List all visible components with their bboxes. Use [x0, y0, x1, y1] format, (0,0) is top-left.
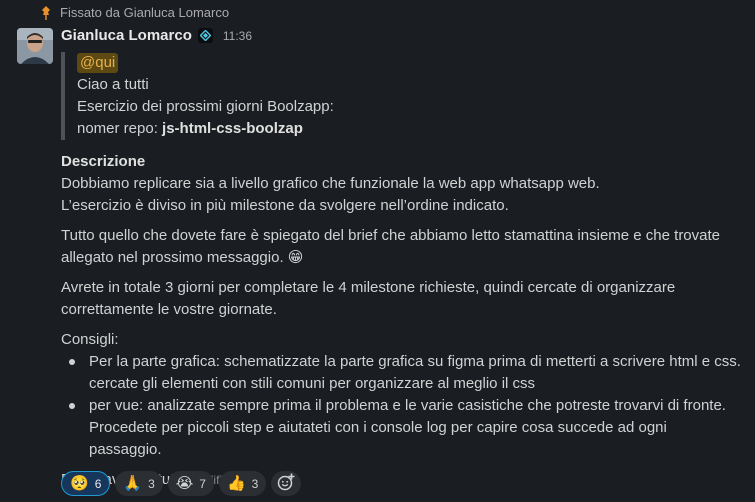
- message-header: Gianluca Lomarco 11:36: [61, 27, 252, 44]
- quote-line-1: Ciao a tutti: [77, 76, 149, 93]
- pray-emoji: 🙏: [123, 475, 143, 492]
- pin-icon: [40, 5, 52, 20]
- thumbsup-emoji: 👍: [226, 475, 246, 492]
- timestamp[interactable]: 11:36: [223, 29, 252, 43]
- repo-label: nomer repo:: [77, 120, 163, 137]
- brief-paragraph: Tutto quello che dovete fare è spiegato …: [61, 225, 741, 269]
- diamond-status-icon: [197, 28, 213, 43]
- mention-here[interactable]: @qui: [77, 53, 119, 73]
- reaction-thumbsup[interactable]: 👍 3: [218, 471, 267, 496]
- add-emoji-icon: [277, 473, 295, 495]
- consigli-list: Per la parte grafica: schematizzate la p…: [61, 351, 741, 461]
- quote-line-2: Esercizio dei prossimi giorni Boolzapp:: [77, 98, 334, 115]
- list-item: per vue: analizzate sempre prima il prob…: [61, 395, 741, 461]
- reaction-count: 3: [148, 476, 155, 491]
- quote-block: @qui Ciao a tutti Esercizio dei prossimi…: [61, 52, 334, 140]
- description-line-1: Dobbiamo replicare sia a livello grafico…: [61, 175, 600, 192]
- pleading-emoji: 🥺: [70, 475, 89, 492]
- reaction-pleading[interactable]: 🥺 6: [61, 471, 111, 496]
- pinned-text: Fissato da Gianluca Lomarco: [60, 5, 230, 20]
- reaction-count: 7: [199, 476, 206, 491]
- author-name[interactable]: Gianluca Lomarco: [61, 27, 192, 44]
- avatar[interactable]: [17, 28, 53, 64]
- reaction-pray[interactable]: 🙏 3: [115, 471, 163, 496]
- sob-emoji: 😭: [175, 475, 194, 492]
- description-line-2: L’esercizio è diviso in più milestone da…: [61, 197, 509, 214]
- grin-emoji: 😁: [287, 249, 304, 266]
- description-block: Descrizione Dobbiamo replicare sia a liv…: [61, 151, 741, 217]
- timeline-paragraph: Avrete in totale 3 giorni per completare…: [61, 279, 676, 318]
- description-title: Descrizione: [61, 153, 146, 170]
- reaction-sob[interactable]: 😭 7: [167, 471, 214, 496]
- message-body: Descrizione Dobbiamo replicare sia a liv…: [61, 151, 741, 491]
- reaction-count: 6: [94, 476, 102, 491]
- list-item: Per la parte grafica: schematizzate la p…: [61, 351, 741, 395]
- consigli-title: Consigli:: [61, 331, 119, 348]
- brief-text: Tutto quello che dovete fare è spiegato …: [61, 227, 721, 266]
- add-reaction-button[interactable]: [271, 471, 302, 496]
- quote-line-3: nomer repo: js-html-css-boolzap: [77, 118, 334, 140]
- reactions-bar: 🥺 6 🙏 3 😭 7 👍 3: [61, 471, 302, 496]
- repo-name: js-html-css-boolzap: [162, 120, 303, 137]
- reaction-count: 3: [251, 476, 259, 491]
- pinned-indicator: Fissato da Gianluca Lomarco: [40, 5, 229, 20]
